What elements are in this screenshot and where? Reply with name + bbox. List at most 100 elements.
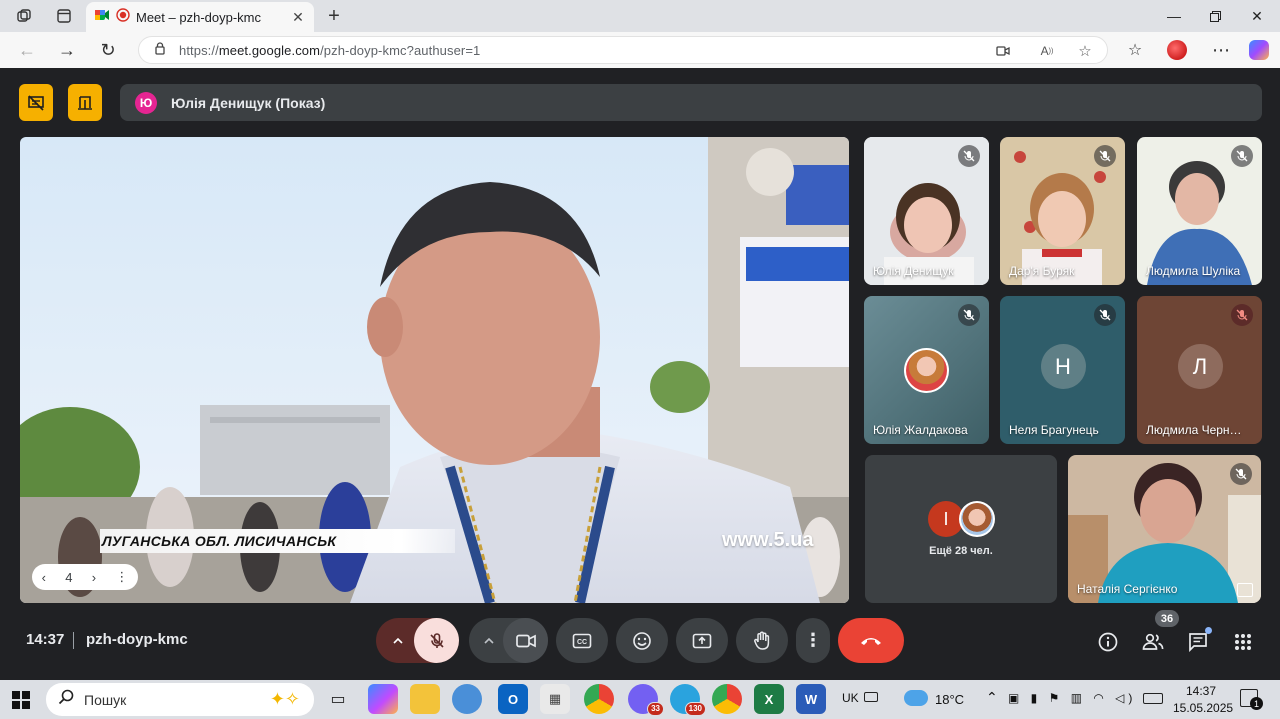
weather-cloud-icon[interactable]	[904, 690, 928, 706]
presentation-banner: Ю Юлія Денищук (Показ)	[120, 84, 1262, 121]
participant-tile[interactable]: Людмила Шуліка	[1137, 137, 1262, 285]
chat-icon[interactable]	[1185, 627, 1212, 655]
participant-name: Юлія Денищук	[873, 264, 954, 278]
viber-icon[interactable]: 33	[628, 684, 664, 716]
more-vert-icon[interactable]: ⋮	[115, 569, 128, 585]
address-bar[interactable]: https://meet.google.com/pzh-doyp-kmc?aut…	[138, 36, 1108, 64]
divider	[73, 632, 74, 649]
participant-tile[interactable]: Юлія Жалдакова	[864, 296, 989, 444]
site-info-icon[interactable]	[153, 41, 167, 60]
input-language[interactable]: UK	[842, 691, 859, 705]
activities-icon[interactable]	[1230, 629, 1256, 655]
people-icon[interactable]	[1140, 629, 1166, 655]
close-tab-icon[interactable]: ✕	[290, 9, 306, 25]
tray-icons[interactable]: ▣ ▮ ⚑ ▥ ◠ ◁)	[1008, 691, 1136, 705]
others-tile[interactable]: І Ещё 28 чел.	[865, 455, 1057, 603]
layout-pin-button[interactable]	[68, 84, 102, 121]
mic-off-icon	[958, 145, 980, 167]
copilot-icon[interactable]	[1244, 35, 1274, 65]
close-window-button[interactable]: ✕	[1234, 0, 1280, 32]
chevron-left-icon[interactable]: ‹	[42, 570, 46, 585]
favorites-icon[interactable]: ☆	[1120, 35, 1150, 65]
mic-off-button[interactable]	[414, 618, 459, 663]
raise-hand-button[interactable]	[736, 618, 788, 663]
participant-tile[interactable]: Юлія Денищук	[864, 137, 989, 285]
new-tab-button[interactable]: +	[322, 4, 346, 28]
search-placeholder: Пошук	[84, 691, 127, 708]
participant-avatar	[904, 348, 949, 393]
show-hidden-icons-chevron[interactable]: ⌃	[986, 689, 998, 706]
viber-badge: 33	[647, 702, 664, 716]
reactions-button[interactable]	[616, 618, 668, 663]
camera-button[interactable]	[503, 618, 548, 663]
windows-start-icon[interactable]	[12, 691, 30, 709]
captions-button[interactable]: CC	[556, 618, 608, 663]
file-explorer-icon[interactable]	[410, 684, 440, 714]
participant-name: Наталія Сергієнко	[1077, 582, 1178, 596]
taskbar: Пошук ✦✧ ▭ O ▦ 33 130 X W UK 18°C ⌃ ▣ ▮ …	[0, 680, 1280, 719]
leave-call-button[interactable]	[838, 618, 904, 663]
meet-favicon-icon	[94, 7, 110, 28]
mic-off-icon	[1094, 145, 1116, 167]
keyboard-icon[interactable]	[864, 692, 878, 702]
participant-tile[interactable]: Л Людмила Черн…	[1137, 296, 1262, 444]
weather-temp[interactable]: 18°C	[935, 692, 964, 707]
pin-tile-icon[interactable]	[1237, 583, 1253, 597]
video-caption: ЛУГАНСЬКА ОБЛ. ЛИСИЧАНСЬК	[102, 533, 337, 549]
hide-presentation-button[interactable]	[19, 84, 53, 121]
taskbar-date[interactable]: 15.05.2025	[1173, 701, 1233, 715]
participant-initial-avatar: Л	[1177, 344, 1223, 389]
video-watermark: www.5.ua	[722, 529, 814, 551]
notification-count: 1	[1250, 697, 1263, 710]
chrome-profile-icon[interactable]	[712, 684, 742, 714]
telegram-icon[interactable]: 130	[670, 684, 706, 716]
presenter-avatar: Ю	[135, 91, 157, 114]
more-options-button[interactable]: ⋮	[796, 618, 830, 663]
chevron-right-icon[interactable]: ›	[92, 570, 96, 585]
mic-off-icon	[1230, 463, 1252, 485]
favorite-star-icon[interactable]: ☆	[1077, 43, 1093, 60]
meeting-info-icon[interactable]	[1095, 629, 1121, 655]
copilot-app-icon[interactable]	[368, 684, 398, 714]
camera-options-chevron-icon[interactable]	[475, 632, 503, 650]
search-icon	[58, 689, 74, 710]
mic-off-icon	[1231, 304, 1253, 326]
profile-avatar[interactable]	[1162, 35, 1192, 65]
participant-name: Людмила Шуліка	[1146, 264, 1241, 278]
minimize-button[interactable]: —	[1151, 0, 1197, 32]
outlook-icon[interactable]: O	[498, 684, 528, 714]
reload-button[interactable]: ↻	[93, 35, 123, 65]
mic-off-icon	[1231, 145, 1253, 167]
forward-button[interactable]: →	[52, 35, 82, 65]
tab-title: Meet – pzh-doyp-kmc	[136, 9, 261, 25]
read-aloud-icon[interactable]: A))	[1039, 43, 1055, 59]
more-menu-icon[interactable]: ⋯	[1206, 35, 1236, 65]
present-screen-button[interactable]	[676, 618, 728, 663]
back-button[interactable]: ←	[12, 35, 42, 65]
presenter-label: Юлія Денищук (Показ)	[171, 94, 326, 111]
store-icon[interactable]: ▦	[540, 684, 570, 714]
chat-unread-dot	[1205, 627, 1212, 634]
tab-actions-icon[interactable]	[48, 0, 80, 32]
participant-tile[interactable]: Дар'я Буряк	[1000, 137, 1125, 285]
edge-browser-icon[interactable]	[452, 684, 482, 714]
participant-tile[interactable]: Н Неля Брагунець	[1000, 296, 1125, 444]
word-icon[interactable]: W	[796, 684, 826, 714]
chrome-icon[interactable]	[584, 684, 614, 714]
excel-icon[interactable]: X	[754, 684, 784, 714]
participant-initial-avatar: Н	[1040, 344, 1086, 389]
tab-meet[interactable]: Meet – pzh-doyp-kmc ✕	[86, 2, 314, 32]
mic-options-chevron-icon[interactable]	[384, 633, 412, 648]
maximize-button[interactable]	[1192, 0, 1238, 32]
presentation-video[interactable]: ЛУГАНСЬКА ОБЛ. ЛИСИЧАНСЬК www.5.ua ‹ 4 ›…	[20, 137, 849, 603]
camera-in-use-icon[interactable]	[995, 43, 1011, 59]
taskbar-time[interactable]: 14:37	[1186, 684, 1216, 698]
tray-keyboard-icon[interactable]	[1143, 693, 1163, 704]
taskbar-search[interactable]: Пошук ✦✧	[46, 683, 314, 716]
workspaces-icon[interactable]	[8, 0, 40, 32]
task-view-icon[interactable]: ▭	[323, 684, 353, 714]
page-number: 4	[65, 569, 73, 585]
participant-name: Юлія Жалдакова	[873, 423, 968, 437]
participant-tile[interactable]: Наталія Сергієнко	[1068, 455, 1261, 603]
recording-icon	[116, 7, 130, 27]
